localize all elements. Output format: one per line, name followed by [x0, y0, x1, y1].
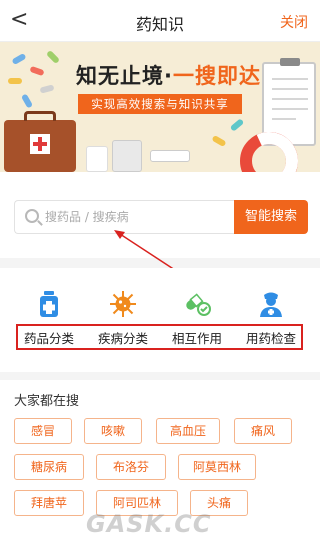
- page-title: 药知识: [135, 15, 184, 34]
- search-section: 智能搜索: [0, 172, 320, 258]
- category-drug[interactable]: 药品分类: [14, 290, 84, 352]
- banner-subtitle: 实现高效搜索与知识共享: [78, 94, 242, 114]
- bottle-decoration: [86, 146, 108, 172]
- search-input[interactable]: [45, 201, 229, 233]
- category-label: 用药检查: [245, 331, 296, 346]
- pill-decoration: [20, 93, 34, 109]
- category-label: 疾病分类: [97, 331, 148, 346]
- virus-icon: [110, 291, 136, 317]
- category-label: 相互作用: [171, 331, 222, 346]
- banner: 知无止境·一搜即达 实现高效搜索与知识共享: [0, 42, 320, 172]
- banner-title-part2: 一搜即达: [172, 64, 261, 88]
- search-tag[interactable]: 糖尿病: [14, 454, 84, 480]
- category-medication-check[interactable]: 用药检查: [236, 290, 306, 352]
- medicine-bottle-icon: [40, 291, 58, 317]
- search-tag[interactable]: 布洛芬: [96, 454, 166, 480]
- close-button[interactable]: 关闭: [280, 12, 308, 32]
- pill-decoration: [39, 84, 55, 94]
- pill-decoration: [229, 118, 245, 132]
- bottle-decoration: [112, 140, 142, 172]
- category-section: 药品分类 疾病分类 相互作用 用药检查: [0, 268, 320, 372]
- pill-decoration: [8, 78, 22, 84]
- search-box[interactable]: [14, 200, 234, 234]
- pill-decoration: [45, 49, 61, 65]
- pill-decoration: [211, 134, 227, 148]
- watermark: GASK.CC: [86, 510, 212, 538]
- pill-interaction-icon: [186, 293, 211, 316]
- search-tag[interactable]: 阿莫西林: [178, 454, 256, 480]
- doctor-icon: [260, 292, 282, 317]
- search-tag[interactable]: 高血压: [156, 418, 220, 444]
- banner-title: 知无止境·一搜即达: [76, 60, 261, 90]
- section-title: 大家都在搜: [14, 394, 80, 409]
- category-disease[interactable]: 疾病分类: [88, 290, 158, 352]
- pill-blister-decoration: [150, 150, 190, 162]
- drug-knowledge-page: < 药知识 关闭 知无止境·一搜即达 实现高效搜索与知识共享 搜药品 / 搜疾病…: [0, 0, 320, 546]
- search-tag[interactable]: 咳嗽: [84, 418, 142, 444]
- search-tag[interactable]: 痛风: [234, 418, 292, 444]
- pill-decoration: [11, 52, 27, 66]
- search-icon: [25, 209, 39, 223]
- smart-search-button[interactable]: 智能搜索: [234, 200, 308, 234]
- header-bar: < 药知识 关闭: [0, 0, 320, 42]
- search-tag[interactable]: 感冒: [14, 418, 72, 444]
- search-tag[interactable]: 拜唐苹: [14, 490, 84, 516]
- category-label: 药品分类: [23, 331, 74, 346]
- banner-title-part1: 知无止境·: [76, 64, 173, 88]
- category-interaction[interactable]: 相互作用: [162, 290, 232, 352]
- medical-case-icon: [4, 111, 76, 172]
- pill-decoration: [29, 65, 45, 77]
